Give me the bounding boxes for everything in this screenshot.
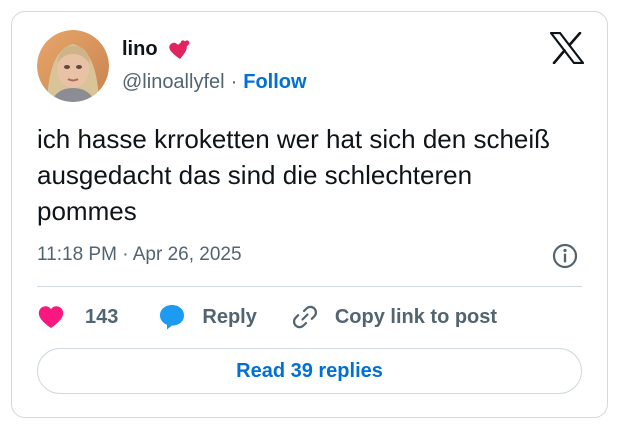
separator-dot: · <box>230 71 238 93</box>
like-button[interactable]: 143 <box>37 304 118 330</box>
tweet-text: ich hasse krroketten wer hat sich den sc… <box>37 124 551 226</box>
heart-icon <box>37 304 65 330</box>
info-icon[interactable] <box>551 242 579 270</box>
avatar[interactable] <box>37 30 109 102</box>
copy-link-label: Copy link to post <box>334 305 498 328</box>
link-icon <box>291 303 319 331</box>
tweet-timestamp[interactable]: 11:18 PM · Apr 26, 2025 <box>37 244 242 266</box>
tweet-card: lino @linoallyfel · Follow ich hasse krr… <box>11 11 608 418</box>
read-replies-button[interactable]: Read 39 replies <box>37 348 582 394</box>
author-name-text: lino <box>122 38 158 60</box>
author-handle[interactable]: @linoallyfel <box>122 71 225 94</box>
like-count: 143 <box>85 305 119 328</box>
follow-button[interactable]: Follow <box>243 71 306 94</box>
tweet-actions: 143 Reply Copy link to post <box>37 302 497 332</box>
author-handle-row: @linoallyfel · Follow <box>122 71 307 94</box>
two-hearts-icon <box>164 39 192 61</box>
reply-label: Reply <box>202 305 257 328</box>
read-replies-label: Read 39 replies <box>236 359 383 382</box>
author-name[interactable]: lino <box>122 38 192 61</box>
x-logo-icon[interactable] <box>549 31 585 65</box>
reply-button[interactable]: Reply <box>158 303 257 331</box>
copy-link-button[interactable]: Copy link to post <box>291 303 497 331</box>
divider <box>37 286 582 287</box>
reply-bubble-icon <box>158 303 186 331</box>
